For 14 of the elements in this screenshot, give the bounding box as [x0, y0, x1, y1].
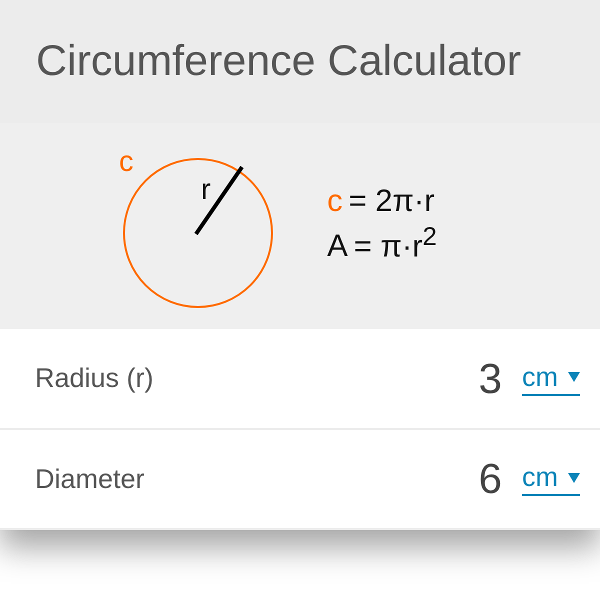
- caret-icon: [568, 472, 580, 482]
- circumference-label: c: [119, 146, 134, 178]
- unit-dropdown[interactable]: cm: [522, 362, 580, 396]
- calculator-title: Circumference Calculator: [36, 37, 522, 86]
- caret-icon: [568, 372, 580, 382]
- field-label: Diameter: [35, 464, 146, 494]
- field-value[interactable]: 3: [478, 354, 502, 402]
- field-value[interactable]: 6: [478, 455, 502, 503]
- formula: c = 2π·r: [327, 182, 436, 219]
- radius-line: [194, 166, 244, 236]
- formula: A = π·r$^{2}$: [327, 222, 437, 264]
- unit-dropdown[interactable]: cm: [522, 462, 580, 496]
- radius-label: r: [201, 174, 211, 206]
- field-label: Radius (r): [35, 363, 155, 394]
